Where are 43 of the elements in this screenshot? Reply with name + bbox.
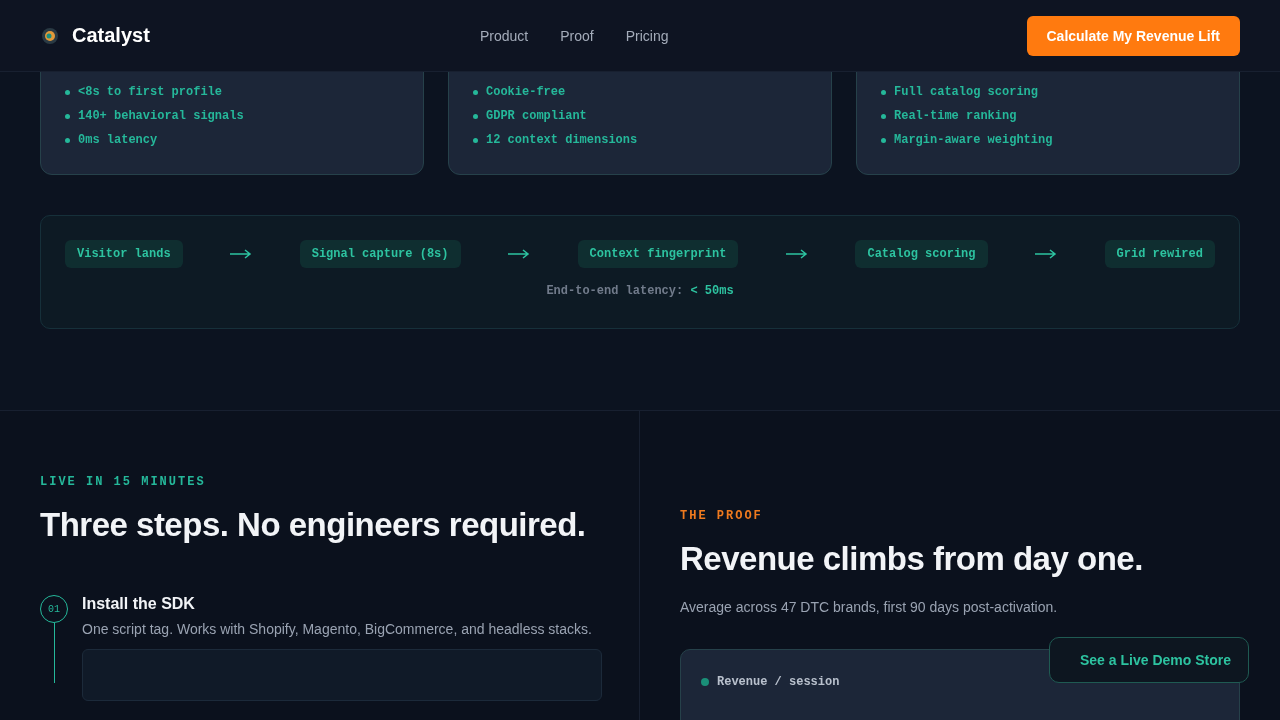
step-title: Install the SDK xyxy=(82,595,196,613)
pipeline-stage: Context fingerprint xyxy=(577,240,739,268)
section-title: Revenue climbs from day one. xyxy=(680,539,1144,579)
latency-note: End-to-end latency: < 50ms xyxy=(546,284,734,298)
arrow-icon xyxy=(230,249,253,259)
pipeline-stage: Grid rewired xyxy=(1104,240,1215,268)
pipeline-stage: Signal capture (8s) xyxy=(299,240,461,268)
legend-label: Revenue / session xyxy=(717,675,840,689)
feature-bullet: 140+ behavioral signals xyxy=(78,108,244,125)
bullet-icon xyxy=(881,113,886,119)
section-title: Three steps. No engineers required. xyxy=(40,505,587,545)
feature-bullet: Cookie-free xyxy=(486,84,566,101)
legend-dot-icon xyxy=(701,678,709,686)
bullet-icon xyxy=(473,137,478,143)
nav-link[interactable]: Product xyxy=(480,27,529,44)
feature-bullet: <8s to first profile xyxy=(78,84,223,101)
section-subtitle: Average across 47 DTC brands, first 90 days post-activation. xyxy=(680,599,1059,615)
bullet-icon xyxy=(65,137,70,143)
feature-bullet: 0ms latency xyxy=(78,132,158,149)
bullet-icon xyxy=(65,113,70,119)
nav-link[interactable]: Pricing xyxy=(625,27,669,44)
arrow-icon xyxy=(785,249,808,259)
section-eyebrow: THE PROOF xyxy=(680,509,764,523)
arrow-icon xyxy=(1035,249,1058,259)
logo-icon xyxy=(40,25,60,46)
bullet-icon xyxy=(65,89,70,95)
brand-name: Catalyst xyxy=(72,24,150,47)
feature-bullet: 12 context dimensions xyxy=(486,132,638,149)
step-description: One script tag. Works with Shopify, Magento, BigCommerce, and headless stacks. xyxy=(82,621,593,637)
section-eyebrow: LIVE IN 15 MINUTES xyxy=(40,475,207,489)
bullet-icon xyxy=(473,113,478,119)
bullet-icon xyxy=(881,137,886,143)
feature-bullet: Margin-aware weighting xyxy=(894,132,1053,149)
pipeline-stage: Catalog scoring xyxy=(855,240,988,268)
bullet-icon xyxy=(881,89,886,95)
feature-bullet: GDPR compliant xyxy=(486,108,587,125)
bullet-icon xyxy=(473,89,478,95)
demo-store-button[interactable]: See a Live Demo Store xyxy=(1049,637,1249,683)
feature-bullet: Real-time ranking xyxy=(894,108,1017,125)
feature-bullet: Full catalog scoring xyxy=(894,84,1039,101)
pipeline-stage: Visitor lands xyxy=(65,240,183,268)
nav-link[interactable]: Proof xyxy=(560,27,594,44)
arrow-icon xyxy=(508,249,531,259)
